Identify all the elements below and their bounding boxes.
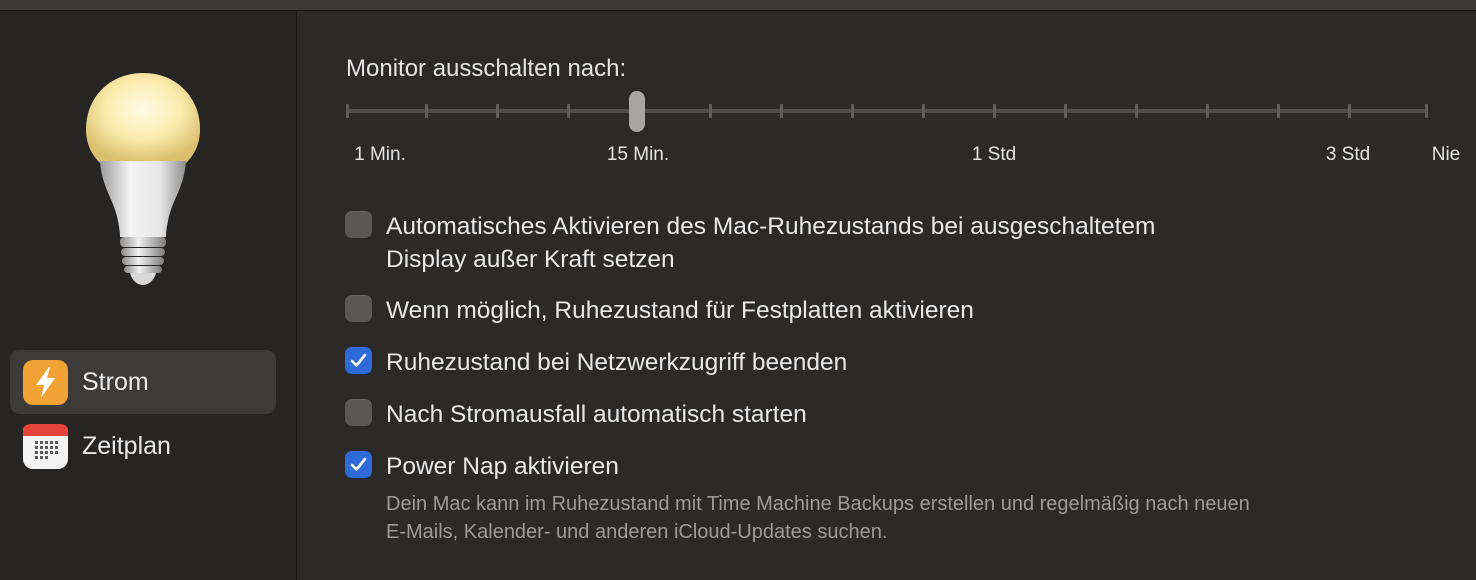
lightning-bolt-icon [23,360,68,405]
lightbulb-icon [86,73,200,285]
option-label: Wenn möglich, Ruhezustand für Festplatte… [386,297,974,324]
tick-label-3-std: 3 Std [1325,144,1371,165]
checkbox[interactable] [345,211,372,238]
option-label-line-1: Automatisches Aktivieren des Mac-Ruhezus… [386,213,1156,240]
power-nap-description-line-2: E-Mails, Kalender- und anderen iCloud-Up… [386,521,888,543]
checkmark-icon [350,353,367,367]
tick-label-nie: Nie [1431,144,1461,165]
checkbox[interactable] [345,399,372,426]
sidebar-item-zeitplan[interactable]: Zeitplan [10,414,276,478]
sidebar-item-strom[interactable]: Strom [10,350,276,414]
tick-label-15-min: 15 Min. [606,144,670,165]
slider-track[interactable] [347,109,1428,113]
checkbox-checked[interactable] [345,347,372,374]
option-label: Power Nap aktivieren [386,453,619,480]
tick-label-1-min: 1 Min. [354,144,406,165]
option-label: Nach Stromausfall automatisch starten [386,401,807,428]
display-sleep-slider[interactable] [297,11,1476,151]
power-nap-description-line-1: Dein Mac kann im Ruhezustand mit Time Ma… [386,493,1250,515]
window-top-edge [0,0,1476,11]
tick-label-1-std: 1 Std [971,144,1017,165]
option-label-line-2: Display außer Kraft setzen [386,246,675,273]
checkmark-icon [350,457,367,471]
sidebar-item-label: Strom [82,368,149,396]
sidebar-item-label: Zeitplan [82,432,171,460]
checkbox[interactable] [345,295,372,322]
checkbox-checked[interactable] [345,451,372,478]
option-label: Ruhezustand bei Netzwerkzugriff beenden [386,349,848,376]
slider-thumb[interactable] [629,91,645,132]
main-panel: Monitor ausschalten nach: 1 Min. 15 Min.… [297,11,1476,580]
sidebar: Strom Zeitplan [0,11,297,580]
calendar-icon [23,424,68,469]
